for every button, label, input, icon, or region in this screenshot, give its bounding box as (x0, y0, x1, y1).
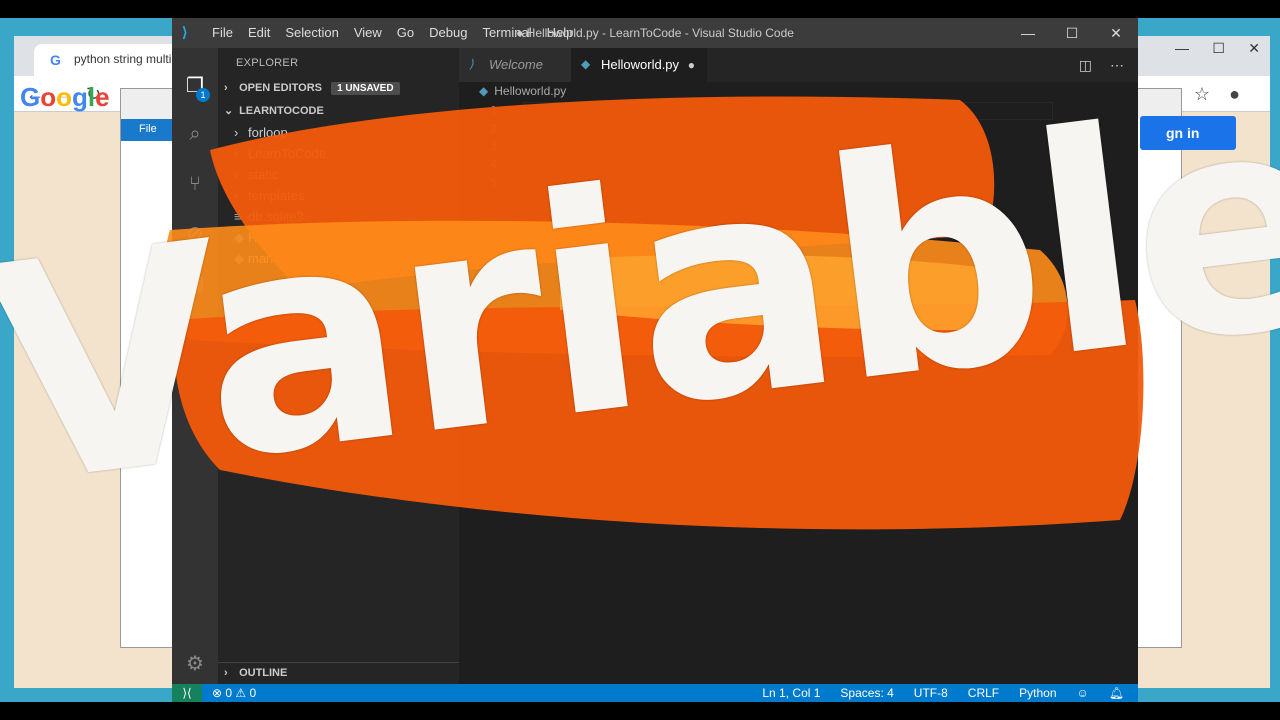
status-right: Ln 1, Col 1 Spaces: 4 UTF-8 CRLF Python … (762, 686, 1124, 700)
menu-edit[interactable]: Edit (248, 25, 270, 40)
breadcrumb-file: Helloworld.py (494, 84, 567, 98)
chevron-right-icon: › (224, 667, 228, 679)
remote-icon[interactable]: ⟩⟨ (172, 684, 202, 702)
folder-label: forloop (248, 125, 288, 140)
folder-forloop[interactable]: › forloop (218, 122, 459, 143)
google-favicon-icon: G (50, 52, 61, 68)
close-icon[interactable]: ✕ (1094, 18, 1138, 48)
menu-help[interactable]: Help (547, 25, 574, 40)
outline-label: OUTLINE (239, 667, 288, 679)
project-label: LEARNTOCODE (239, 105, 324, 117)
title-bar: ⟩ File Edit Selection View Go Debug Term… (172, 18, 1138, 48)
folder-label: LearnToCode (248, 146, 327, 161)
chevron-right-icon: › (234, 125, 239, 140)
chevron-right-icon: › (234, 146, 239, 161)
chevron-down-icon: ⌄ (224, 105, 234, 117)
google-logo: Google (20, 82, 110, 112)
problems-indicator[interactable]: ⊗ 0 ⚠ 0 (212, 686, 256, 700)
vscode-logo-icon: ⟩ (469, 57, 474, 71)
chevron-right-icon: › (224, 82, 228, 94)
menu-go[interactable]: Go (397, 25, 414, 40)
menu-bar: File Edit Selection View Go Debug Termin… (212, 25, 573, 40)
menu-terminal[interactable]: Terminal (482, 25, 531, 40)
unsaved-badge: 1 UNSAVED (331, 82, 400, 95)
line-ending[interactable]: CRLF (968, 686, 999, 700)
python-file-icon: ◆ (479, 84, 489, 98)
explorer-file-tab[interactable]: File (121, 119, 173, 141)
bottom-bar (0, 702, 1280, 720)
sidebar-header: EXPLORER (236, 57, 299, 69)
menu-file[interactable]: File (212, 25, 233, 40)
menu-selection[interactable]: Selection (285, 25, 338, 40)
project-section[interactable]: ⌄ LEARNTOCODE (218, 100, 459, 122)
line-number: 2 (490, 122, 497, 135)
settings-gear-icon[interactable]: ⚙ (183, 652, 207, 676)
line-number: 1 (490, 104, 497, 117)
activity-badge: 1 (196, 88, 210, 102)
vscode-logo-icon: ⟩ (182, 24, 188, 40)
tab-label: Welcome (489, 57, 543, 72)
open-editors-section[interactable]: › OPEN EDITORS 1 UNSAVED (218, 78, 459, 100)
tab-helloworld[interactable]: ◆ Helloworld.py ● (571, 48, 707, 82)
outline-section[interactable]: › OUTLINE (218, 662, 459, 684)
encoding[interactable]: UTF-8 (914, 686, 948, 700)
search-icon[interactable]: ⌕ (183, 122, 207, 146)
language-mode[interactable]: Python (1019, 686, 1056, 700)
tab-welcome[interactable]: ⟩ Welcome (459, 48, 571, 82)
minimize-icon[interactable]: — (1175, 40, 1189, 56)
indentation[interactable]: Spaces: 4 (840, 686, 893, 700)
window-controls: — ☐ ✕ (1006, 18, 1138, 48)
python-file-icon: ◆ (581, 57, 591, 71)
unsaved-dot-icon[interactable]: ● (688, 58, 695, 72)
notifications-bell-icon[interactable]: 🔔︎ (1109, 686, 1124, 700)
menu-debug[interactable]: Debug (429, 25, 467, 40)
minimize-icon[interactable]: — (1006, 18, 1050, 48)
tab-label: Helloworld.py (601, 57, 680, 72)
maximize-icon[interactable]: ☐ (1050, 18, 1094, 48)
feedback-smiley-icon[interactable]: ☺ (1077, 686, 1089, 700)
menu-view[interactable]: View (354, 25, 382, 40)
cursor-position[interactable]: Ln 1, Col 1 (762, 686, 820, 700)
open-editors-label: OPEN EDITORS (239, 82, 322, 94)
status-bar: ⟩⟨ ⊗ 0 ⚠ 0 Ln 1, Col 1 Spaces: 4 UTF-8 C… (172, 684, 1138, 702)
